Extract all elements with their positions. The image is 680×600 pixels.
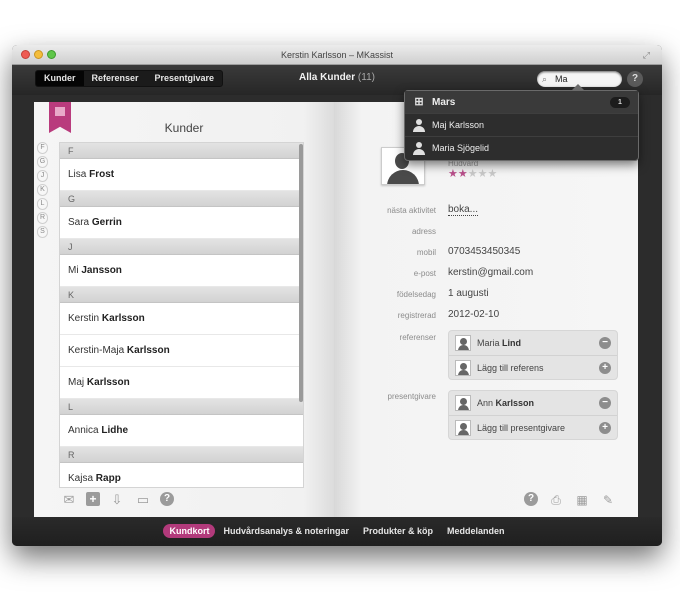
close-window-button[interactable] xyxy=(21,50,30,59)
next-activity-label: nästa aktivitet xyxy=(387,206,436,215)
tab-produkter[interactable]: Produkter & köp xyxy=(357,524,439,538)
next-activity-link[interactable]: boka... xyxy=(448,204,479,216)
star-icon[interactable]: ★ xyxy=(458,168,468,180)
remove-reference-button[interactable]: − xyxy=(599,337,611,349)
minimize-window-button[interactable] xyxy=(34,50,43,59)
remove-gift-giver-button[interactable]: − xyxy=(599,397,611,409)
person-icon xyxy=(413,142,425,155)
add-customer-icon[interactable]: + xyxy=(86,492,100,506)
references-box: Maria Lind − Lägg till referens + xyxy=(448,330,618,380)
index-letter-f[interactable]: F xyxy=(37,142,48,154)
avatar xyxy=(455,360,471,376)
list-item[interactable]: Lisa Frost xyxy=(60,159,303,191)
list-item[interactable]: Maj Karlsson xyxy=(60,367,303,399)
references-label: referenser xyxy=(399,333,436,342)
avatar xyxy=(455,395,471,411)
mobile-label: mobil xyxy=(416,248,436,257)
card-actions: ? ⎙ ▦ ✎ xyxy=(514,492,616,508)
email-label: e-post xyxy=(413,269,436,278)
section-header: J xyxy=(60,239,303,255)
customer-rating[interactable]: ★★★★★ xyxy=(448,167,497,180)
add-gift-giver-button[interactable]: + xyxy=(599,422,611,434)
import-icon[interactable]: ⇩ xyxy=(108,492,126,508)
customer-book: Kunder F G J K L R S F Lisa Frost G Sara… xyxy=(34,102,638,517)
star-icon[interactable]: ★ xyxy=(448,168,458,180)
customer-count: (11) xyxy=(357,72,375,83)
section-header: K xyxy=(60,287,303,303)
section-header: R xyxy=(60,447,303,463)
help-icon[interactable]: ? xyxy=(160,492,174,506)
section-header: F xyxy=(60,143,303,159)
index-letter-g[interactable]: G xyxy=(37,156,48,168)
gift-givers-label: presentgivare xyxy=(387,392,436,401)
help-icon[interactable]: ? xyxy=(524,492,538,506)
index-letter-l[interactable]: L xyxy=(37,198,48,210)
list-item[interactable]: Sara Gerrin xyxy=(60,207,303,239)
add-reference-row[interactable]: Lägg till referens + xyxy=(449,355,617,379)
view-title-text: Alla Kunder xyxy=(299,72,356,83)
gift-giver-item[interactable]: Ann Karlsson − xyxy=(449,391,617,415)
list-item[interactable]: Kerstin-Maja Karlsson xyxy=(60,335,303,367)
email-value[interactable]: kerstin@gmail.com xyxy=(448,267,533,278)
gift-givers-box: Ann Karlsson − Lägg till presentgivare + xyxy=(448,390,618,440)
search-result-group[interactable]: ⊞ Mars 1 xyxy=(405,91,638,114)
tab-kundkort[interactable]: Kundkort xyxy=(163,524,216,538)
title-bar: Kerstin Karlsson – MKassist ⤢ xyxy=(12,45,662,65)
birthday-label: födelsedag xyxy=(396,290,436,299)
index-letter-j[interactable]: J xyxy=(37,170,48,182)
result-count-badge: 1 xyxy=(610,97,630,108)
gift-icon: ⊞ xyxy=(414,96,424,108)
search-result-item[interactable]: Maria Sjögelid xyxy=(405,137,638,160)
registered-label: registrerad xyxy=(397,311,436,320)
index-letter-s[interactable]: S xyxy=(37,226,48,238)
search-result-item[interactable]: Maj Karlsson xyxy=(405,114,638,137)
tab-meddelanden[interactable]: Meddelanden xyxy=(441,524,511,538)
person-icon xyxy=(413,119,425,132)
print-icon[interactable]: ⎙ xyxy=(548,492,564,508)
list-item[interactable]: Kajsa Rapp xyxy=(60,463,303,487)
page-title: Kunder xyxy=(164,121,204,135)
bottom-tab-bar: Kundkort Hudvårdsanalys & noteringar Pro… xyxy=(12,517,662,546)
star-icon[interactable]: ★ xyxy=(468,168,478,180)
birthday-value[interactable]: 1 augusti xyxy=(448,288,489,299)
index-letter-r[interactable]: R xyxy=(37,212,48,224)
address-label: adress xyxy=(411,227,436,236)
avatar xyxy=(455,420,471,436)
list-item[interactable]: Mi Jansson xyxy=(60,255,303,287)
customer-list: F Lisa Frost G Sara Gerrin J Mi Jansson … xyxy=(59,142,304,488)
section-header: G xyxy=(60,191,303,207)
window-title: Kerstin Karlsson – MKassist xyxy=(280,50,394,60)
list-actions: ✉ + ⇩ ▭ ? xyxy=(60,492,182,508)
list-item[interactable]: Annica Lidhe xyxy=(60,415,303,447)
list-scrollbar[interactable] xyxy=(299,144,303,402)
tab-hudvardsanalys[interactable]: Hudvårdsanalys & noteringar xyxy=(217,524,355,538)
avatar xyxy=(455,335,471,351)
reference-item[interactable]: Maria Lind − xyxy=(449,331,617,355)
add-reference-button[interactable]: + xyxy=(599,362,611,374)
zoom-window-button[interactable] xyxy=(47,50,56,59)
mobile-value[interactable]: 0703453450345 xyxy=(448,246,520,257)
index-letter-k[interactable]: K xyxy=(37,184,48,196)
calendar-icon[interactable]: ▦ xyxy=(574,492,590,508)
section-header: L xyxy=(60,399,303,415)
alphabet-index: F G J K L R S xyxy=(37,142,48,240)
search-results-dropdown: ⊞ Mars 1 Maj Karlsson Maria Sjögelid xyxy=(404,84,639,161)
edit-icon[interactable]: ✎ xyxy=(600,492,616,508)
customer-list-page: Kunder F G J K L R S F Lisa Frost G Sara… xyxy=(34,102,334,517)
mail-icon[interactable]: ✉ xyxy=(60,492,78,508)
search-value: Ma xyxy=(555,74,568,84)
star-icon[interactable]: ★ xyxy=(488,168,498,180)
search-icon: ⌕ xyxy=(542,74,548,84)
star-icon[interactable]: ★ xyxy=(478,168,488,180)
list-item[interactable]: Kerstin Karlsson xyxy=(60,303,303,335)
inbox-icon[interactable]: ▭ xyxy=(134,492,152,508)
fullscreen-icon[interactable]: ⤢ xyxy=(643,45,654,65)
add-gift-giver-row[interactable]: Lägg till presentgivare + xyxy=(449,415,617,439)
help-button[interactable]: ? xyxy=(627,71,643,87)
registered-value: 2012-02-10 xyxy=(448,309,500,320)
